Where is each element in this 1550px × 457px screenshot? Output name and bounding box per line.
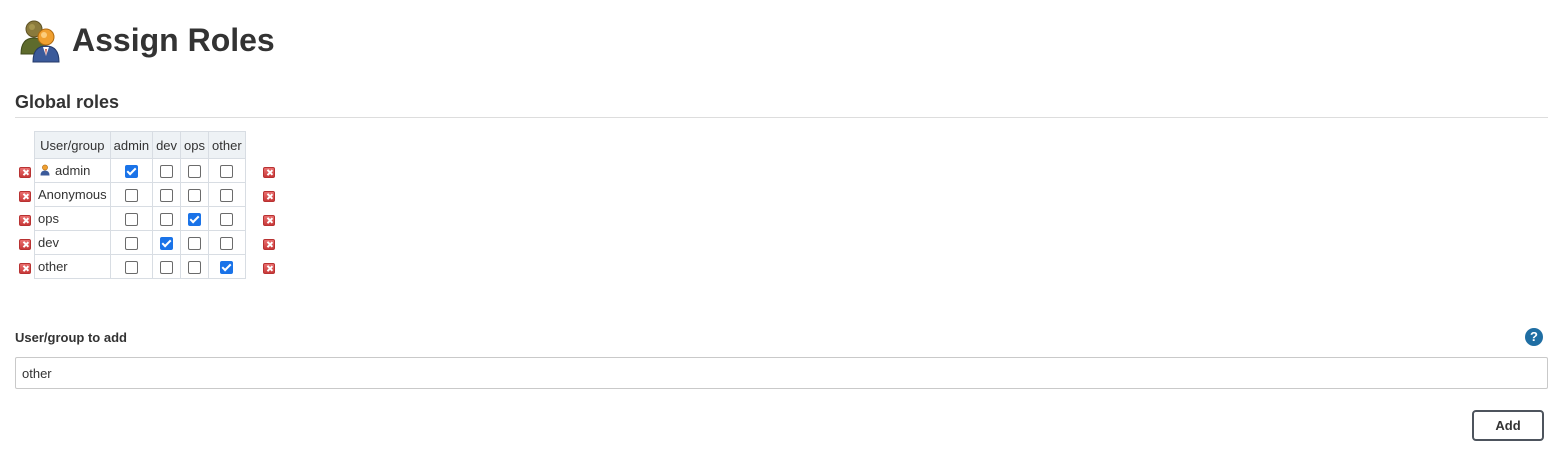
delete-row-admin-right-icon[interactable]: [263, 167, 275, 178]
role-checkbox-other-ops[interactable]: [188, 261, 202, 275]
global-roles-table: User/group admin dev ops other admin Ano…: [34, 131, 246, 279]
role-checkbox-admin-dev[interactable]: [160, 165, 174, 179]
role-checkbox-anonymous-dev[interactable]: [160, 189, 174, 203]
role-checkbox-ops-dev[interactable]: [160, 213, 174, 227]
role-checkbox-anonymous-admin[interactable]: [124, 189, 138, 203]
table-header-row: User/group admin dev ops other: [34, 131, 246, 159]
delete-row-anonymous-right-icon[interactable]: [263, 191, 275, 202]
users-group-icon: [20, 20, 60, 63]
delete-row-admin-left-icon[interactable]: [19, 167, 31, 178]
user-cell: dev: [34, 230, 111, 255]
role-checkbox-other-other[interactable]: [220, 261, 234, 275]
role-checkbox-ops-other[interactable]: [220, 213, 234, 227]
help-icon[interactable]: ?: [1525, 328, 1543, 346]
user-name: Anonymous: [38, 187, 107, 202]
column-header-admin: admin: [109, 131, 154, 159]
role-checkbox-anonymous-other[interactable]: [220, 189, 234, 203]
delete-row-dev-left-icon[interactable]: [19, 239, 31, 250]
role-checkbox-admin-ops[interactable]: [188, 165, 202, 179]
table-row: admin: [34, 158, 246, 183]
user-name: admin: [55, 163, 91, 178]
column-header-user-group: User/group: [34, 131, 111, 159]
user-name: ops: [38, 211, 59, 226]
add-button[interactable]: Add: [1472, 410, 1544, 441]
delete-row-ops-left-icon[interactable]: [19, 215, 31, 226]
role-checkbox-dev-other[interactable]: [220, 237, 234, 251]
user-icon: [40, 164, 50, 176]
user-cell: other: [34, 254, 111, 279]
assign-roles-page: Assign Roles Global roles User/group adm…: [0, 0, 1550, 457]
role-checkbox-other-dev[interactable]: [160, 261, 174, 275]
column-header-ops: ops: [180, 131, 210, 159]
section-divider: [15, 117, 1548, 118]
table-row: dev: [34, 230, 246, 255]
role-checkbox-ops-ops[interactable]: [188, 213, 202, 227]
delete-row-dev-right-icon[interactable]: [263, 239, 275, 250]
user-name: dev: [38, 235, 59, 250]
table-row: Anonymous: [34, 182, 246, 207]
role-checkbox-dev-ops[interactable]: [188, 237, 202, 251]
role-checkbox-ops-admin[interactable]: [124, 213, 138, 227]
delete-row-other-left-icon[interactable]: [19, 263, 31, 274]
page-header: Assign Roles: [16, 16, 275, 64]
role-checkbox-other-admin[interactable]: [124, 261, 138, 275]
section-title-global-roles: Global roles: [15, 92, 120, 112]
role-checkbox-anonymous-ops[interactable]: [188, 189, 202, 203]
delete-row-anonymous-left-icon[interactable]: [19, 191, 31, 202]
table-row: other: [34, 254, 246, 279]
user-cell: ops: [34, 206, 111, 231]
column-header-dev: dev: [152, 131, 182, 159]
table-row: ops: [34, 206, 246, 231]
user-group-input[interactable]: [15, 357, 1548, 389]
column-header-other: other: [208, 131, 246, 159]
role-checkbox-dev-admin[interactable]: [124, 237, 138, 251]
delete-row-ops-right-icon[interactable]: [263, 215, 275, 226]
role-checkbox-admin-admin[interactable]: [124, 165, 138, 179]
add-user-group-label: User/group to add: [15, 330, 127, 345]
page-title: Assign Roles: [72, 22, 275, 58]
user-name: other: [38, 259, 68, 274]
role-checkbox-admin-other[interactable]: [220, 165, 234, 179]
role-checkbox-dev-dev[interactable]: [160, 237, 174, 251]
user-cell: admin: [34, 158, 111, 183]
user-cell: Anonymous: [34, 182, 111, 207]
delete-row-other-right-icon[interactable]: [263, 263, 275, 274]
